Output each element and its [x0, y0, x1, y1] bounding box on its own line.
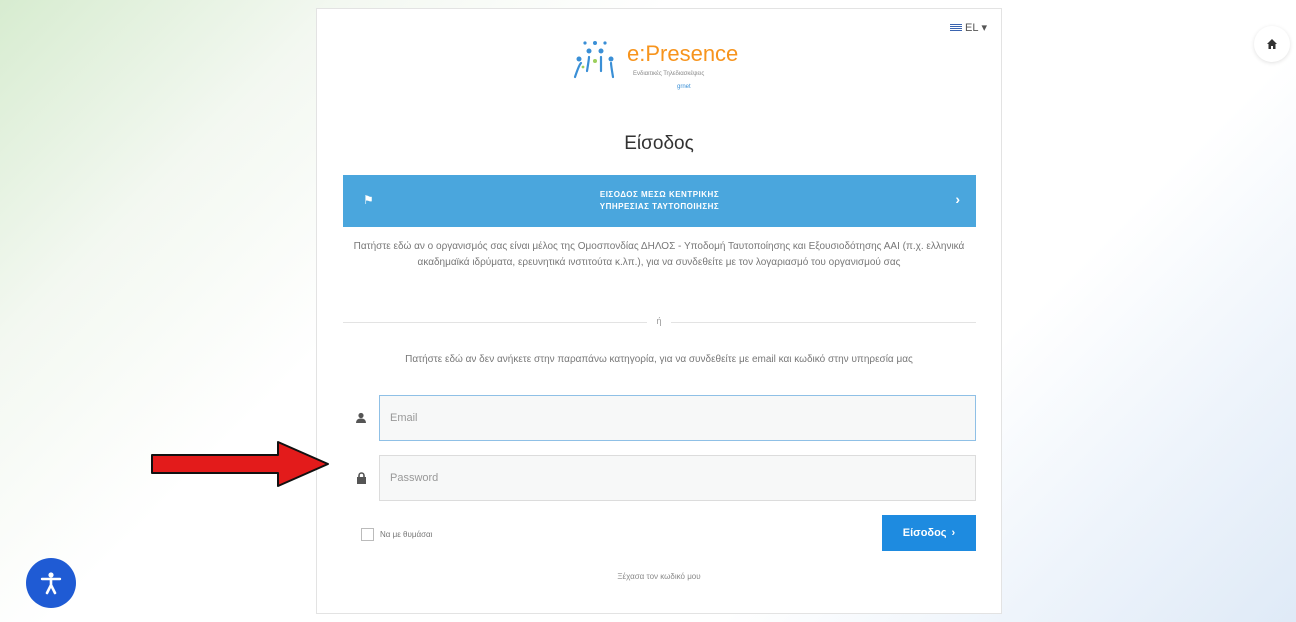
login-card: EL ▾ e:Presence Ενδιαιτικές Τηλεδιασκέψε… [316, 8, 1002, 614]
logo-subtitle: Ενδιαιτικές Τηλεδιασκέψεις [633, 71, 705, 77]
chevron-right-icon: › [955, 191, 960, 207]
sso-login-button[interactable]: ⚑ ΕΙΣΟΔΟΣ ΜΕΣΩ ΚΕΝΤΡΙΚΗΣ ΥΠΗΡΕΣΙΑΣ ΤΑΥΤΟ… [343, 175, 976, 227]
login-button-label: Είσοδος [902, 527, 947, 539]
home-button[interactable] [1254, 26, 1290, 62]
language-selector[interactable]: EL ▾ [950, 21, 987, 34]
password-input[interactable] [379, 455, 976, 501]
password-field-group [343, 455, 976, 501]
sso-label-line2: ΥΠΗΡΕΣΙΑΣ ΤΑΥΤΟΠΟΙΗΣΗΣ [599, 202, 720, 211]
accessibility-button[interactable] [26, 558, 76, 608]
flag-icon [950, 23, 962, 32]
home-icon [1267, 39, 1277, 49]
accessibility-icon [40, 572, 62, 595]
logo-people-icon [573, 41, 615, 79]
email-input[interactable] [379, 395, 976, 441]
caret-down-icon: ▾ [981, 22, 987, 34]
sso-button-label: ΕΙΣΟΔΟΣ ΜΕΣΩ ΚΕΝΤΡΙΚΗΣ ΥΠΗΡΕΣΙΑΣ ΤΑΥΤΟΠΟ… [343, 189, 976, 213]
page-title: Είσοδος [624, 133, 694, 154]
user-icon [343, 395, 379, 441]
remember-me-label: Να με θυμάσαι [380, 530, 433, 539]
language-label: EL [965, 21, 979, 34]
local-login-description: Πατήστε εδώ αν δεν ανήκετε στην παραπάνω… [405, 354, 913, 365]
login-button[interactable]: Είσοδος › [882, 515, 976, 551]
chevron-right-icon: › [951, 527, 956, 539]
or-separator: ή [647, 316, 671, 326]
forgot-password-link[interactable]: Ξέχασα τον κωδικό μου [317, 572, 1001, 581]
logo-name: e:Presence [627, 41, 739, 66]
sso-label-line1: ΕΙΣΟΔΟΣ ΜΕΣΩ ΚΕΝΤΡΙΚΗΣ [599, 190, 720, 199]
email-field-group [343, 395, 976, 441]
logo-org: grnet [677, 84, 691, 90]
epresence-logo: e:Presence Ενδιαιτικές Τηλεδιασκέψεις gr… [567, 37, 757, 101]
lock-icon [343, 455, 379, 501]
remember-me-checkbox[interactable] [361, 528, 374, 541]
red-arrow-annotation [151, 441, 329, 487]
remember-me[interactable]: Να με θυμάσαι [361, 528, 432, 541]
sso-description: Πατήστε εδώ αν ο οργανισμός σας είναι μέ… [353, 241, 965, 268]
